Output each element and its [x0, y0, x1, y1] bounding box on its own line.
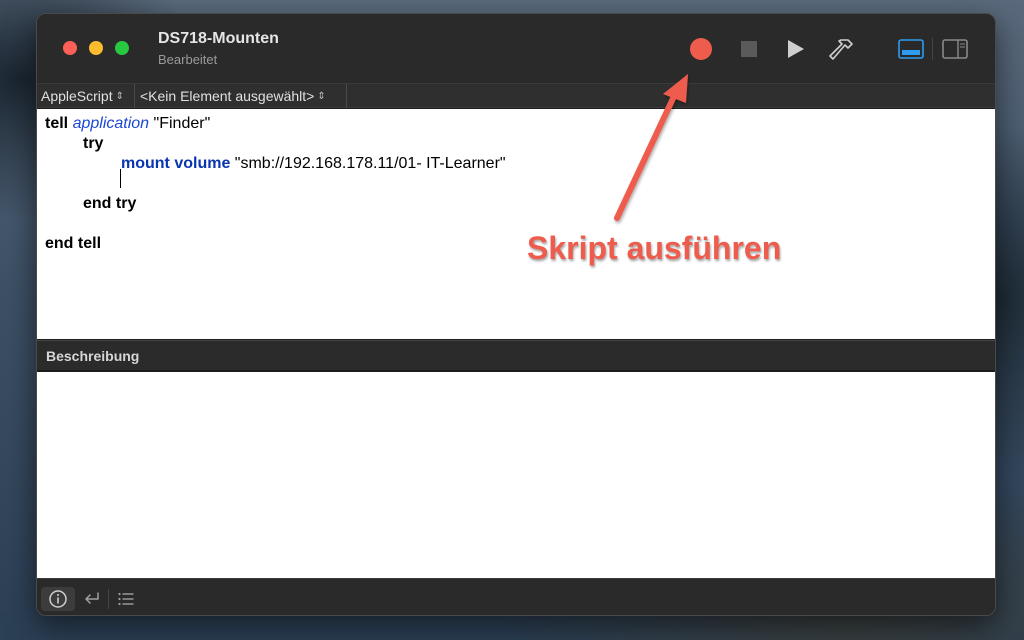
bottom-bar [37, 578, 995, 615]
script-editor[interactable]: tell application "Finder" try mount volu… [37, 109, 995, 339]
hammer-icon [829, 39, 853, 60]
info-icon [49, 590, 67, 608]
record-icon [690, 38, 712, 60]
navigation-bar: AppleScript ⇕ <Kein Element ausgewählt> … [37, 83, 995, 108]
code-line-7: end tell [45, 235, 102, 252]
updown-chevron-icon: ⇕ [115, 90, 124, 102]
language-label: AppleScript [41, 88, 113, 104]
run-button[interactable] [781, 36, 809, 62]
stop-icon [741, 41, 757, 57]
title-bar[interactable]: DS718-Mounten Bearbeitet [37, 14, 995, 83]
code-line-5: end try [83, 195, 137, 212]
window-title: DS718-Mounten [158, 30, 279, 47]
side-panel-icon [942, 39, 968, 59]
annotation-arrow [614, 74, 688, 221]
description-header: Beschreibung [37, 340, 995, 371]
code-line-3: mount volume "smb://192.168.178.11/01- I… [121, 155, 506, 172]
show-bottom-panel-button[interactable] [897, 36, 925, 62]
stop-button[interactable] [735, 36, 763, 62]
return-icon [85, 592, 99, 604]
compile-button[interactable] [827, 36, 855, 62]
description-field[interactable] [37, 372, 995, 578]
window-subtitle: Bearbeitet [158, 52, 218, 67]
script-editor-window: DS718-Mounten Bearbeitet AppleScript ⇕ <… [36, 13, 996, 616]
zoom-button[interactable] [115, 41, 129, 55]
toolbar-divider [932, 38, 933, 60]
element-popup[interactable]: <Kein Element ausgewählt> ⇕ [136, 84, 347, 108]
play-icon [788, 40, 804, 58]
annotation-label: Skript ausführen [527, 230, 782, 266]
show-side-panel-button[interactable] [941, 36, 969, 62]
bottom-panel-icon [898, 39, 924, 59]
code-line-1: tell application "Finder" [45, 115, 211, 132]
language-popup[interactable]: AppleScript ⇕ [37, 84, 135, 108]
code-line-2: try [83, 135, 104, 152]
log-tab-button[interactable] [109, 587, 143, 611]
description-tab-button[interactable] [41, 587, 75, 611]
list-icon [118, 592, 134, 606]
updown-chevron-icon: ⇕ [317, 90, 326, 102]
minimize-button[interactable] [89, 41, 103, 55]
record-button[interactable] [687, 36, 715, 62]
close-button[interactable] [63, 41, 77, 55]
result-tab-button[interactable] [75, 587, 109, 611]
text-caret [120, 169, 121, 188]
element-label: <Kein Element ausgewählt> [140, 88, 315, 104]
